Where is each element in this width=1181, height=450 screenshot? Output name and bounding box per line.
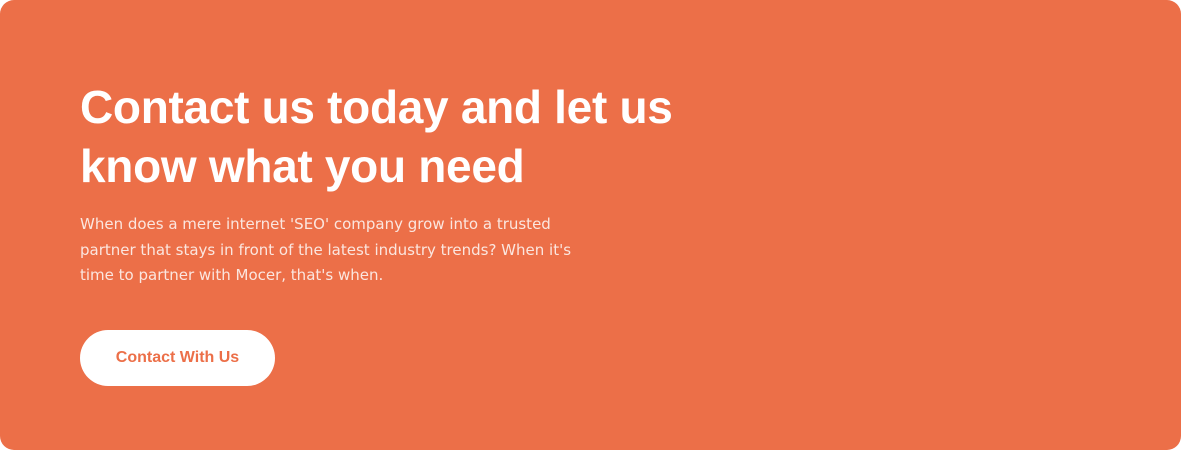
cta-banner: Contact us today and let us know what yo…	[0, 0, 1181, 450]
cta-description: When does a mere internet 'SEO' company …	[80, 215, 572, 284]
cta-heading: Contact us today and let us know what yo…	[80, 81, 673, 192]
contact-with-us-button[interactable]: Contact With Us	[80, 330, 275, 386]
